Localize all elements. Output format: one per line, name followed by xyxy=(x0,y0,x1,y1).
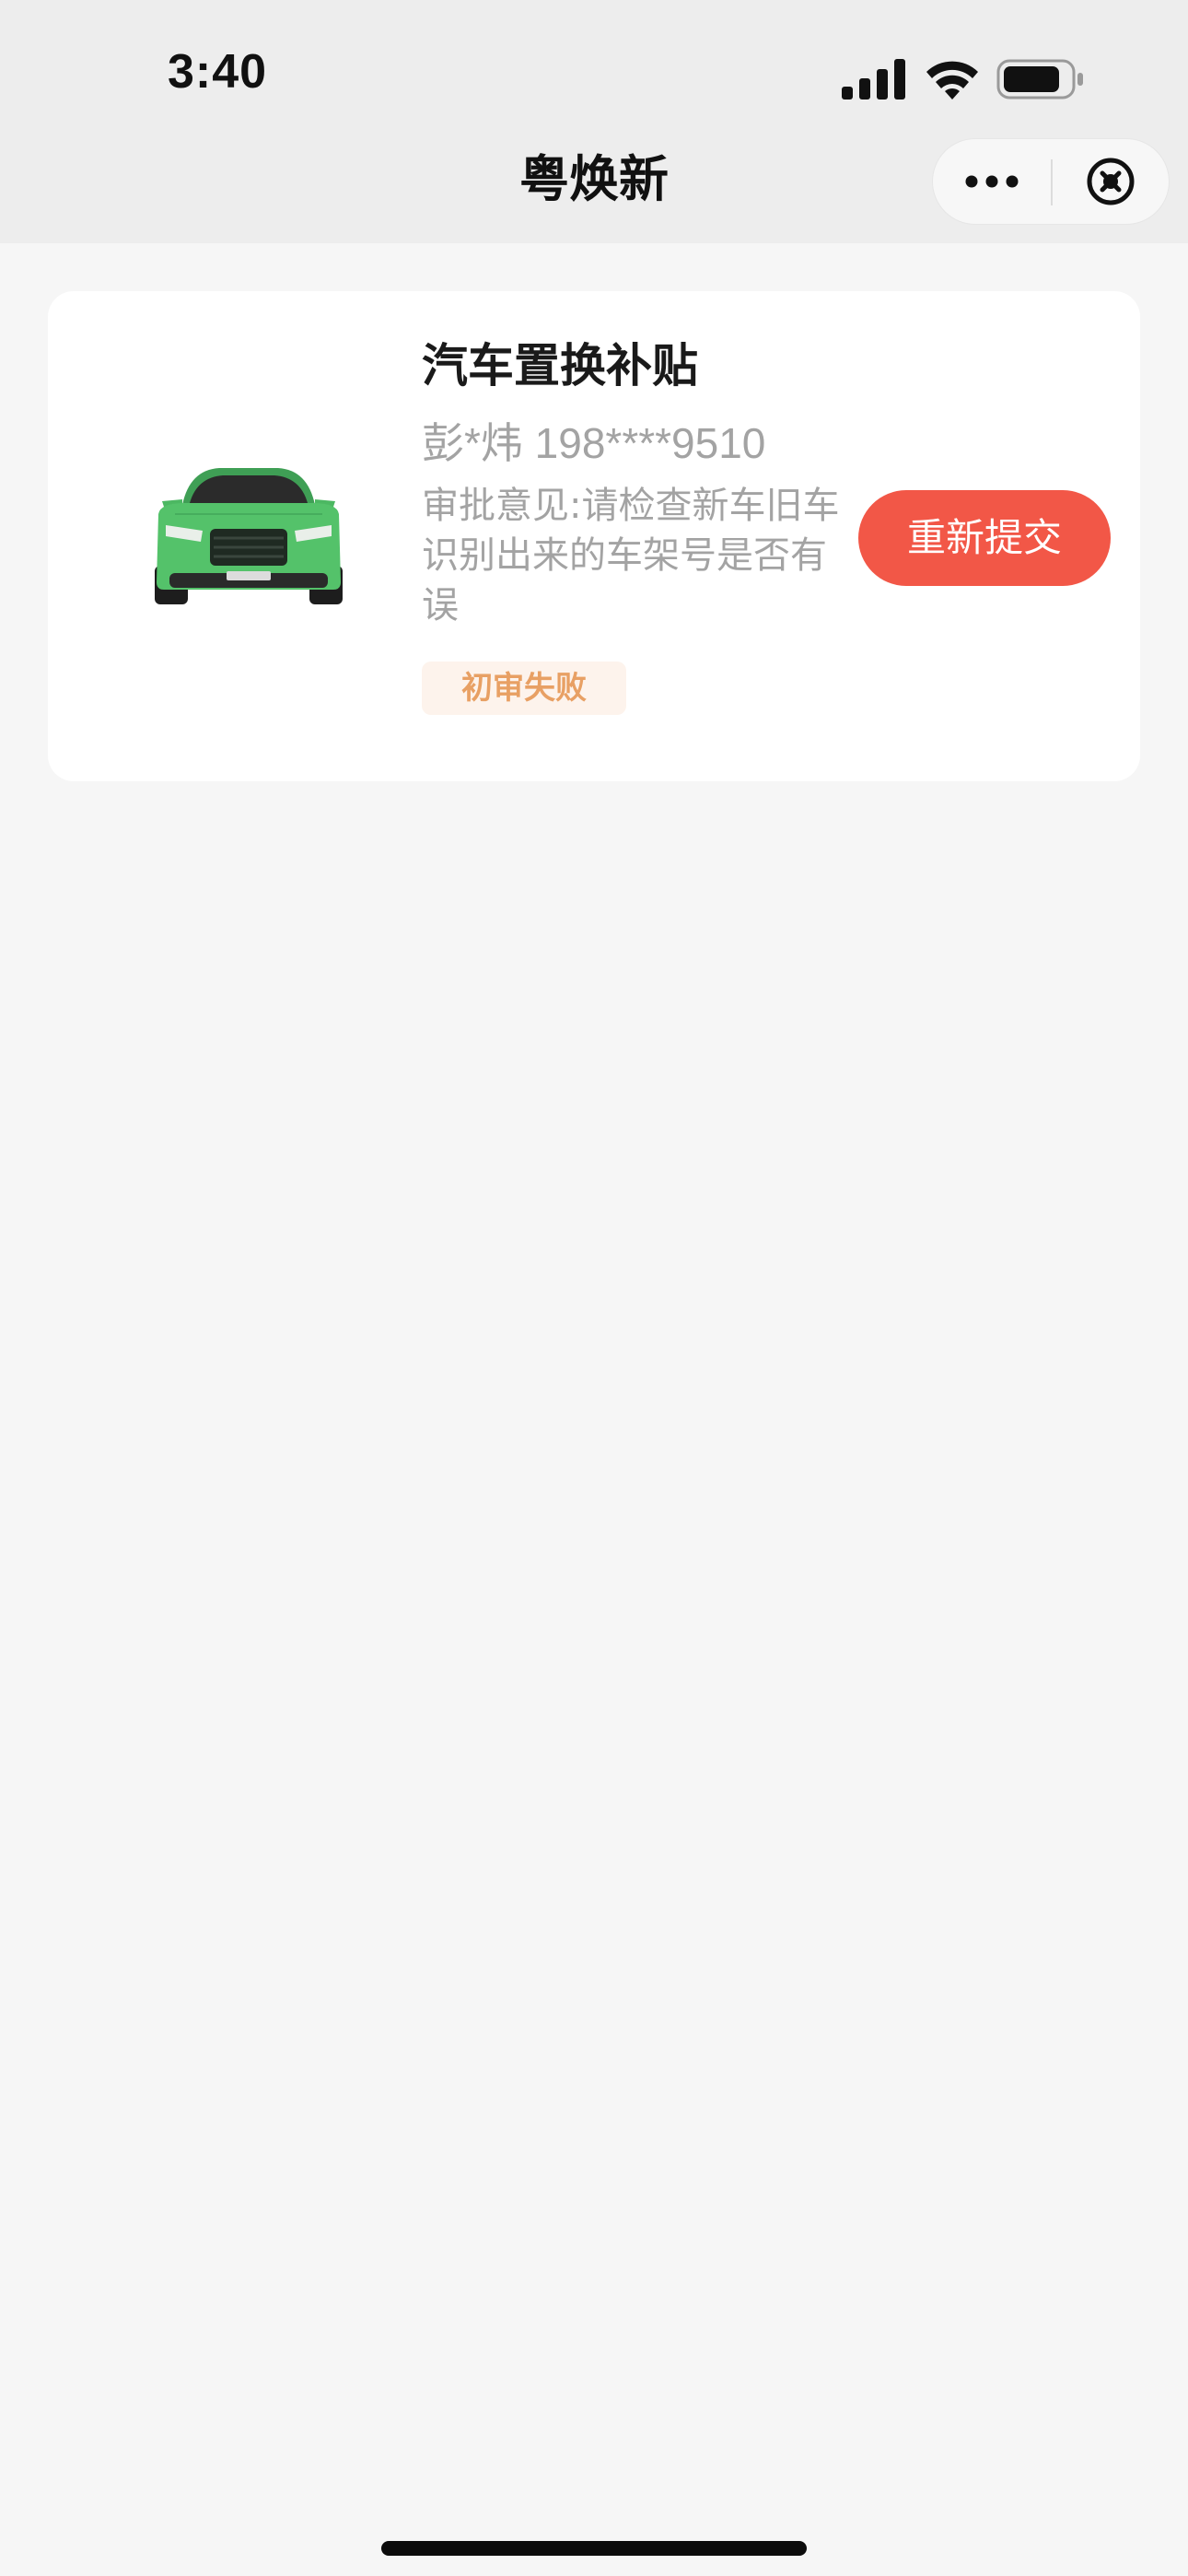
battery-icon xyxy=(996,59,1083,100)
close-circle-icon xyxy=(1087,158,1135,205)
mini-program-capsule xyxy=(932,138,1170,225)
more-dots-icon xyxy=(965,175,1019,188)
cellular-signal-icon xyxy=(842,59,905,100)
applicant-info: 彭*炜 198****9510 xyxy=(422,419,766,467)
approval-opinion: 审批意见:请检查新车旧车识别出来的车架号是否有误 xyxy=(422,485,840,626)
application-title: 汽车置换补贴 xyxy=(422,339,698,392)
close-button[interactable] xyxy=(1053,139,1169,224)
resubmit-button[interactable]: 重新提交 xyxy=(858,490,1111,586)
more-button[interactable] xyxy=(933,139,1051,224)
status-time: 3:40 xyxy=(168,45,268,99)
home-indicator[interactable] xyxy=(381,2541,807,2556)
car-image xyxy=(155,468,343,604)
wifi-icon xyxy=(926,61,978,100)
application-card[interactable]: 汽车置换补贴 彭*炜 198****9510 审批意见:请检查新车旧车识别出来的… xyxy=(48,291,1140,781)
status-badge: 初审失败 xyxy=(422,662,626,715)
